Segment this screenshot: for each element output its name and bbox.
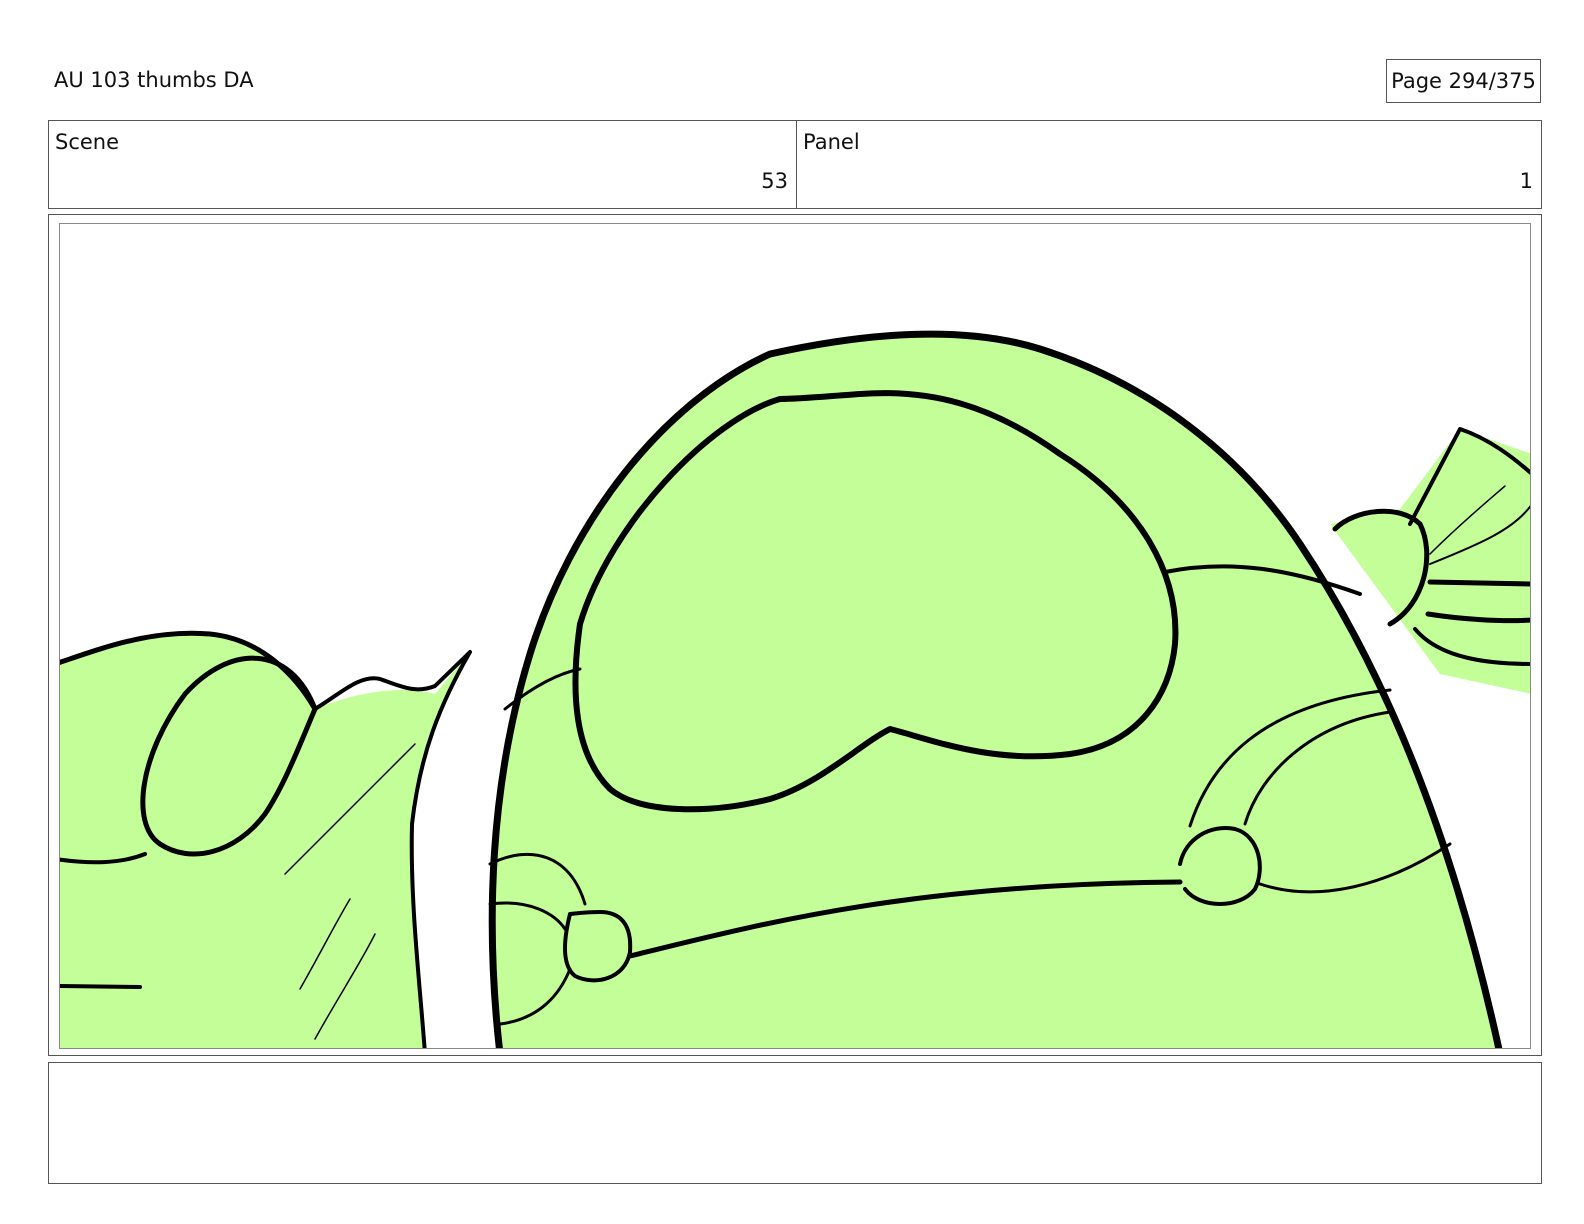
scene-number: 53 <box>761 169 788 193</box>
notes-box <box>48 1062 1542 1184</box>
storyboard-image <box>59 223 1531 1049</box>
character-drawing <box>60 330 1530 1048</box>
scene-label: Scene <box>55 130 120 154</box>
panel-cell: Panel 1 <box>797 121 1541 208</box>
right-arm-line-1 <box>1427 579 1530 587</box>
storyboard-frame <box>48 214 1542 1056</box>
main-character-fill <box>492 334 1499 1048</box>
panel-label: Panel <box>803 130 860 154</box>
panel-number: 1 <box>1519 169 1533 193</box>
left-arm-line-2 <box>60 984 142 989</box>
page-indicator: Page 294/375 <box>1386 59 1541 103</box>
scene-panel-row: Scene 53 Panel 1 <box>48 120 1542 209</box>
doc-title: AU 103 thumbs DA <box>54 68 254 92</box>
scene-cell: Scene 53 <box>49 121 797 208</box>
